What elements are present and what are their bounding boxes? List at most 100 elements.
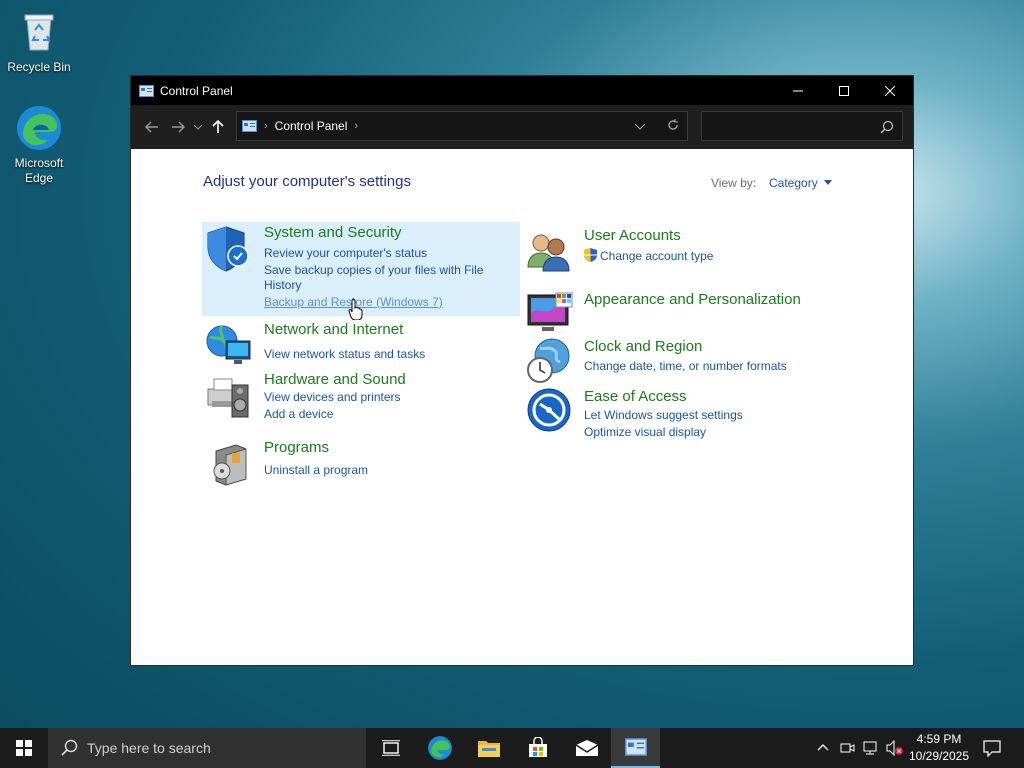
arrow-up-icon bbox=[212, 120, 224, 133]
category-title[interactable]: Ease of Access bbox=[584, 388, 687, 405]
chevron-down-icon bbox=[634, 123, 646, 130]
link-change-account-type[interactable]: Change account type bbox=[600, 249, 713, 264]
recycle-bin-icon bbox=[24, 14, 54, 51]
network-icon[interactable] bbox=[863, 740, 879, 756]
control-panel-window: Control Panel › Control Panel › Adjust y… bbox=[130, 75, 914, 666]
breadcrumb-control-panel[interactable]: Control Panel bbox=[275, 119, 348, 133]
control-panel-icon bbox=[242, 120, 257, 132]
category-appearance-personalization: Appearance and Personalization bbox=[524, 289, 824, 339]
refresh-icon bbox=[668, 118, 678, 130]
category-title[interactable]: Network and Internet bbox=[264, 321, 403, 338]
arrow-right-icon bbox=[172, 121, 185, 133]
content-area: Adjust your computer's settings View by:… bbox=[131, 149, 913, 665]
windows-logo-icon bbox=[16, 740, 32, 756]
taskbar-search-placeholder: Type here to search bbox=[87, 740, 211, 756]
mail-icon bbox=[575, 740, 598, 756]
close-button[interactable] bbox=[867, 76, 913, 105]
up-button[interactable] bbox=[205, 112, 231, 142]
network-globe-icon bbox=[206, 325, 251, 364]
desktop-icon-edge[interactable]: Microsoft Edge bbox=[1, 104, 77, 186]
taskbar-store-button[interactable] bbox=[513, 728, 562, 768]
taskbar-clock[interactable]: 4:59 PM 10/29/2025 bbox=[905, 731, 973, 765]
category-title[interactable]: Clock and Region bbox=[584, 338, 702, 355]
taskbar-search-box[interactable]: Type here to search bbox=[48, 728, 366, 768]
notifications-icon[interactable] bbox=[983, 739, 1001, 757]
category-network-and-internet: Network and Internet View network status… bbox=[204, 321, 520, 371]
taskbar: Type here to search 4:59 PM 10/29/2025 bbox=[0, 728, 1024, 768]
file-explorer-icon bbox=[477, 741, 500, 757]
taskbar-file-explorer-button[interactable] bbox=[464, 728, 513, 768]
uac-shield-icon bbox=[584, 248, 597, 262]
address-bar[interactable]: › Control Panel › bbox=[236, 111, 688, 141]
speaker-muted-icon[interactable] bbox=[886, 740, 904, 756]
link-add-device[interactable]: Add a device bbox=[264, 407, 333, 422]
desktop-icon-label: Microsoft Edge bbox=[14, 156, 64, 185]
task-view-icon bbox=[381, 740, 400, 756]
refresh-button[interactable] bbox=[667, 118, 679, 134]
search-icon bbox=[880, 120, 894, 134]
link-file-history[interactable]: Save backup copies of your files with Fi… bbox=[264, 263, 483, 278]
link-suggest-settings[interactable]: Let Windows suggest settings bbox=[584, 408, 743, 423]
link-review-status[interactable]: Review your computer's status bbox=[264, 246, 427, 261]
link-uninstall-program[interactable]: Uninstall a program bbox=[264, 463, 368, 478]
users-icon bbox=[527, 234, 570, 272]
maximize-button[interactable] bbox=[821, 76, 867, 105]
clock-time: 4:59 PM bbox=[916, 732, 962, 746]
link-devices-printers[interactable]: View devices and printers bbox=[264, 390, 401, 405]
category-title[interactable]: User Accounts bbox=[584, 227, 681, 244]
title-bar[interactable]: Control Panel bbox=[131, 76, 913, 105]
recent-locations-button[interactable] bbox=[191, 112, 205, 142]
link-network-status[interactable]: View network status and tasks bbox=[264, 347, 425, 362]
shield-icon bbox=[207, 226, 249, 272]
monitor-palette-icon bbox=[527, 292, 573, 331]
programs-box-icon bbox=[213, 444, 247, 486]
clock-date: 10/29/2025 bbox=[908, 749, 970, 763]
edge-icon bbox=[427, 736, 452, 760]
close-icon bbox=[885, 85, 895, 96]
search-control-panel-input[interactable] bbox=[701, 111, 903, 141]
chevron-up-icon[interactable] bbox=[817, 743, 829, 751]
printer-speaker-icon bbox=[207, 378, 249, 418]
category-hardware-and-sound: Hardware and Sound View devices and prin… bbox=[204, 371, 520, 426]
control-panel-icon bbox=[624, 738, 647, 756]
meet-now-icon[interactable] bbox=[839, 740, 855, 756]
clock-globe-icon bbox=[527, 338, 570, 383]
window-title: Control Panel bbox=[160, 83, 233, 98]
arrow-left-icon bbox=[145, 121, 158, 133]
category-title[interactable]: System and Security bbox=[264, 224, 402, 241]
start-button[interactable] bbox=[0, 728, 48, 768]
view-by-value: Category bbox=[769, 176, 818, 190]
breadcrumb-separator-icon[interactable]: › bbox=[354, 120, 358, 132]
forward-button[interactable] bbox=[165, 112, 191, 142]
control-panel-icon bbox=[139, 84, 154, 97]
hand-cursor-icon bbox=[348, 298, 363, 320]
category-title[interactable]: Hardware and Sound bbox=[264, 371, 406, 388]
ease-of-access-icon bbox=[527, 388, 571, 432]
search-icon bbox=[61, 739, 78, 756]
task-view-button[interactable] bbox=[366, 728, 415, 768]
minimize-button[interactable] bbox=[775, 76, 821, 105]
desktop-icon-label: Recycle Bin bbox=[7, 60, 71, 74]
taskbar-mail-button[interactable] bbox=[562, 728, 611, 768]
minimize-icon bbox=[793, 90, 803, 91]
caret-down-icon bbox=[824, 180, 833, 185]
link-file-history-cont[interactable]: History bbox=[264, 278, 301, 293]
category-title[interactable]: Programs bbox=[264, 439, 329, 456]
breadcrumb-separator-icon[interactable]: › bbox=[264, 120, 268, 132]
maximize-icon bbox=[839, 85, 849, 96]
taskbar-edge-button[interactable] bbox=[415, 728, 464, 768]
category-ease-of-access: Ease of Access Let Windows suggest setti… bbox=[524, 386, 824, 439]
category-user-accounts: User Accounts Change account type bbox=[524, 227, 824, 277]
category-programs: Programs Uninstall a program bbox=[204, 439, 520, 489]
view-by-dropdown[interactable]: Category bbox=[769, 176, 833, 190]
store-icon bbox=[528, 737, 547, 757]
address-dropdown-button[interactable] bbox=[634, 119, 646, 133]
category-title[interactable]: Appearance and Personalization bbox=[584, 291, 801, 308]
desktop-icon-recycle-bin[interactable]: Recycle Bin bbox=[1, 8, 77, 75]
view-by-label: View by: bbox=[711, 176, 757, 190]
category-clock-and-region: Clock and Region Change date, time, or n… bbox=[524, 336, 824, 386]
back-button[interactable] bbox=[139, 112, 165, 142]
link-optimize-display[interactable]: Optimize visual display bbox=[584, 425, 706, 440]
link-change-date-formats[interactable]: Change date, time, or number formats bbox=[584, 359, 787, 374]
taskbar-control-panel-button[interactable] bbox=[611, 728, 660, 768]
